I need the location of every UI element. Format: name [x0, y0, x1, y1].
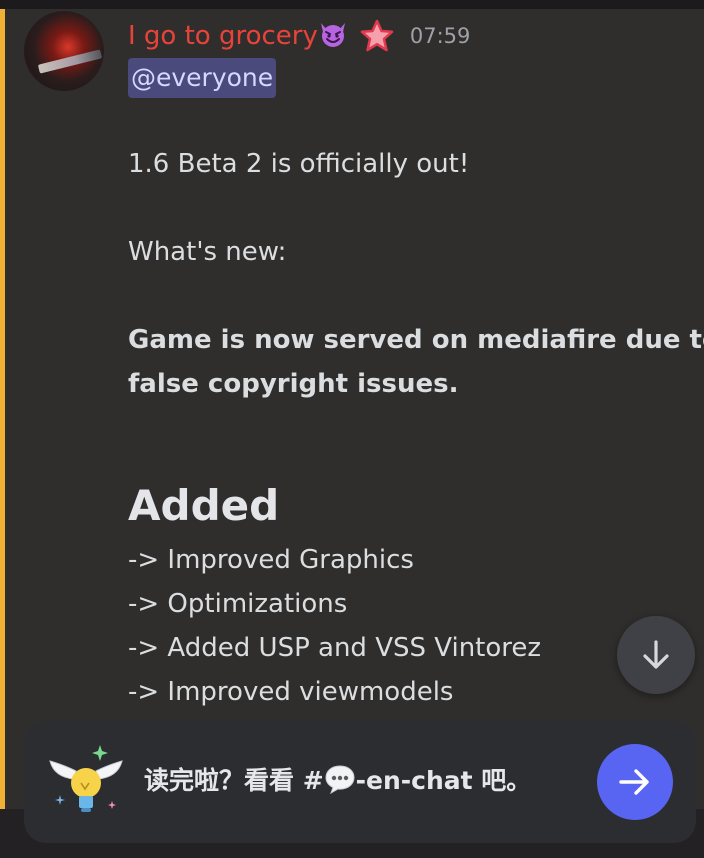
message-line-bold: false copyright issues. [128, 369, 459, 399]
prompt-text-before: 读完啦？看看 # [144, 766, 324, 795]
winged-lightbulb-icon [49, 745, 123, 812]
message-header: I go to grocery 07:59 [128, 16, 470, 56]
change-list-item: -> Added USP and VSS Vintorez [128, 633, 542, 663]
prompt-text-after: -en-chat 吧。 [355, 766, 532, 795]
star-icon[interactable] [360, 19, 394, 53]
author-name[interactable]: I go to grocery [128, 18, 348, 54]
jump-to-bottom-button[interactable] [617, 616, 695, 694]
message-line: 1.6 Beta 2 is officially out! [128, 149, 470, 179]
author-name-text: I go to grocery [128, 21, 318, 51]
message-line-bold: Game is now served on mediafire due to [128, 325, 704, 355]
author-avatar[interactable] [24, 11, 104, 91]
change-list-item: -> Improved viewmodels [128, 677, 454, 707]
arrow-right-icon [619, 769, 649, 795]
speech-bubble-icon [325, 765, 355, 795]
change-list-item: -> Optimizations [128, 589, 348, 619]
mention-highlight-bar [0, 9, 5, 809]
top-strip [0, 0, 704, 9]
read-prompt-text: 读完啦？看看 # -en-chat 吧。 [144, 759, 531, 803]
message-timestamp[interactable]: 07:59 [410, 24, 471, 48]
change-list-item: -> Improved Graphics [128, 545, 414, 575]
arrow-down-icon [643, 640, 669, 669]
message-line: What's new: [128, 237, 287, 267]
go-to-channel-button[interactable] [597, 744, 673, 820]
everyone-mention[interactable]: @everyone [128, 58, 277, 98]
section-heading: Added [128, 481, 280, 530]
smiling-devil-icon [320, 23, 345, 47]
read-prompt-card: 读完啦？看看 # -en-chat 吧。 [24, 721, 696, 843]
